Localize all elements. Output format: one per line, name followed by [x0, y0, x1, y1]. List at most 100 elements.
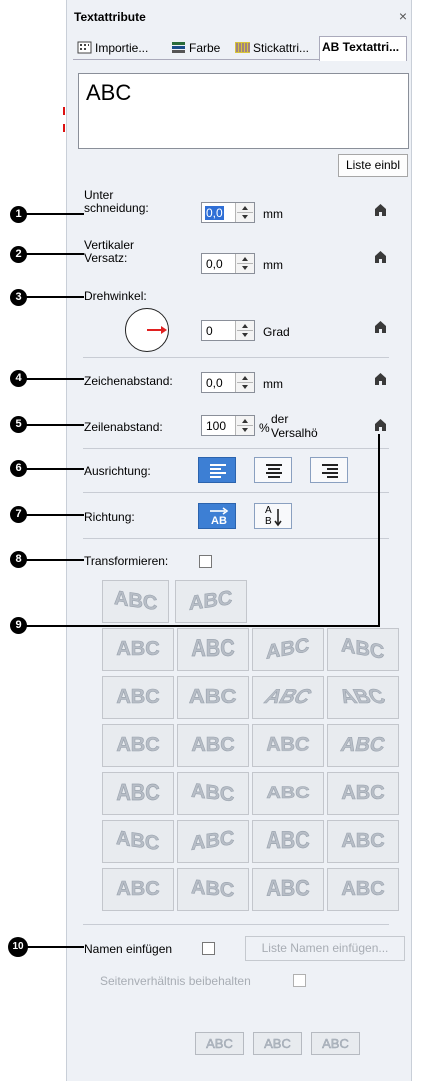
- callout-line: [26, 468, 84, 470]
- transform-tile[interactable]: ABC: [102, 580, 169, 623]
- transform-tile[interactable]: ABC: [252, 772, 324, 815]
- align-center-icon: [266, 464, 282, 478]
- line-spacing-unit-line1: der: [271, 412, 289, 426]
- transform-tile[interactable]: ABC: [252, 820, 324, 863]
- line-spacing-label: Zeilenabstand:: [84, 420, 163, 434]
- rotation-label: Drehwinkel:: [84, 289, 147, 303]
- char-spacing-unit: mm: [263, 377, 283, 391]
- callout-6: 6: [10, 460, 27, 477]
- callout-line: [26, 253, 84, 255]
- edge-mark: [63, 124, 65, 132]
- transform-tile[interactable]: ABC: [177, 820, 249, 863]
- house-icon[interactable]: [374, 372, 387, 386]
- vertical-offset-spinbox[interactable]: 0,0: [201, 253, 255, 274]
- name-tile[interactable]: ABC: [195, 1032, 244, 1055]
- spin-arrows-icon[interactable]: [235, 416, 254, 435]
- transform-checkbox[interactable]: [199, 555, 212, 568]
- name-tile[interactable]: ABC: [253, 1032, 302, 1055]
- underscore-spinbox[interactable]: 0,0: [201, 202, 255, 223]
- rotation-unit: Grad: [263, 325, 290, 339]
- transform-tile[interactable]: ABC: [252, 676, 324, 719]
- text-attributes-panel: Textattribute × Importie... Farbe Sticka…: [66, 0, 412, 1081]
- alignment-label: Ausrichtung:: [84, 464, 151, 478]
- insert-names-checkbox[interactable]: [202, 942, 215, 955]
- transform-tile[interactable]: ABC: [102, 724, 174, 767]
- transform-tile[interactable]: ABC: [327, 676, 399, 719]
- transform-tile[interactable]: ABC: [252, 868, 324, 911]
- text-input[interactable]: ABC: [78, 73, 409, 149]
- stitch-icon: [235, 42, 250, 53]
- color-icon: [172, 42, 185, 53]
- transform-tile[interactable]: ABC: [327, 868, 399, 911]
- direction-horizontal-button[interactable]: AB: [198, 503, 236, 529]
- divider: [83, 448, 389, 449]
- transform-tile[interactable]: ABC: [252, 628, 324, 671]
- house-icon[interactable]: [374, 418, 387, 432]
- line-spacing-unit-prefix: %: [259, 421, 270, 435]
- char-spacing-spinbox[interactable]: 0,0: [201, 372, 255, 393]
- callout-1: 1: [10, 206, 27, 223]
- transform-tile[interactable]: ABC: [177, 724, 249, 767]
- house-icon[interactable]: [374, 250, 387, 264]
- tab-stitch[interactable]: Stickattri...: [233, 38, 309, 60]
- name-tile[interactable]: ABC: [311, 1032, 360, 1055]
- vertical-direction-icon: [274, 509, 282, 527]
- line-spacing-spinbox[interactable]: 100: [201, 415, 255, 436]
- divider: [83, 538, 389, 539]
- transform-tile[interactable]: ABC: [175, 580, 247, 623]
- transform-tile[interactable]: ABC: [177, 676, 249, 719]
- transform-tile[interactable]: ABC: [327, 820, 399, 863]
- house-icon[interactable]: [374, 320, 387, 334]
- rotation-dial[interactable]: [125, 308, 169, 352]
- spin-arrows-icon[interactable]: [235, 373, 254, 392]
- callout-line: [26, 378, 84, 380]
- keep-aspect-checkbox[interactable]: [293, 974, 306, 987]
- transform-tile[interactable]: ABC: [177, 772, 249, 815]
- transform-tile[interactable]: ABC: [177, 628, 249, 671]
- callout-line: [27, 946, 84, 948]
- keep-aspect-label: Seitenverhältnis beibehalten: [100, 974, 251, 988]
- callout-line: [26, 296, 84, 298]
- align-right-button[interactable]: [310, 457, 348, 483]
- vertical-offset-label: Vertikaler Versatz:: [84, 238, 135, 265]
- transform-tile[interactable]: ABC: [177, 868, 249, 911]
- rotation-arrow-icon: [147, 326, 167, 334]
- edge-mark: [63, 107, 65, 115]
- align-left-button[interactable]: [198, 457, 236, 483]
- transform-tile[interactable]: ABC: [102, 676, 174, 719]
- callout-line: [26, 559, 84, 561]
- spin-arrows-icon[interactable]: [235, 254, 254, 273]
- panel-titlebar: Textattribute ×: [67, 0, 413, 30]
- list-insert-names-button[interactable]: Liste Namen einfügen...: [245, 936, 405, 961]
- transform-tile[interactable]: ABC: [102, 820, 174, 863]
- insert-names-label: Namen einfügen: [84, 942, 173, 956]
- align-left-icon: [210, 464, 226, 478]
- align-center-button[interactable]: [254, 457, 292, 483]
- transform-tile[interactable]: ABC: [327, 724, 399, 767]
- tab-color[interactable]: Farbe: [169, 38, 220, 60]
- transform-tile[interactable]: ABC: [327, 628, 399, 671]
- spin-arrows-icon[interactable]: [235, 203, 254, 222]
- char-spacing-label: Zeichenabstand:: [84, 374, 173, 388]
- close-icon[interactable]: ×: [399, 8, 407, 24]
- callout-line: [26, 424, 84, 426]
- house-icon[interactable]: [374, 203, 387, 217]
- transform-tile[interactable]: ABC: [102, 772, 174, 815]
- tab-import[interactable]: Importie...: [75, 38, 148, 60]
- callout-line: [26, 213, 84, 215]
- callout-line: [26, 625, 380, 627]
- direction-vertical-button[interactable]: A B: [254, 503, 292, 529]
- direction-label: Richtung:: [84, 510, 135, 524]
- transform-tile[interactable]: ABC: [102, 868, 174, 911]
- rotation-spinbox[interactable]: 0: [201, 320, 255, 341]
- tab-text-attributes[interactable]: AB Textattri...: [319, 36, 407, 61]
- divider: [83, 357, 389, 358]
- spin-arrows-icon[interactable]: [235, 321, 254, 340]
- transform-tile[interactable]: ABC: [252, 724, 324, 767]
- align-right-icon: [322, 464, 338, 478]
- transform-tile[interactable]: ABC: [327, 772, 399, 815]
- tab-strip: Importie... Farbe Stickattri... AB Texta…: [73, 36, 407, 61]
- callout-line: [378, 434, 380, 627]
- list-show-button[interactable]: Liste einbl: [338, 154, 408, 177]
- transform-tile[interactable]: ABC: [102, 628, 174, 671]
